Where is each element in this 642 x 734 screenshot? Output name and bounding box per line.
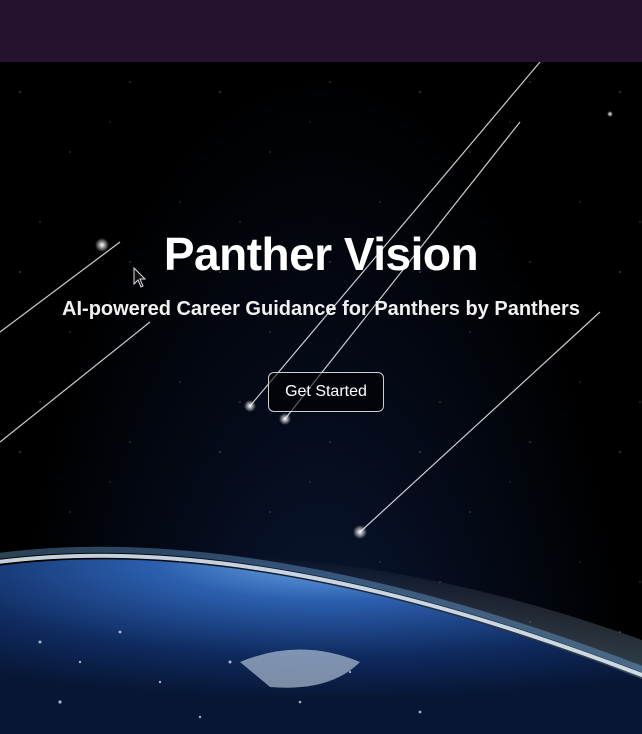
mouse-cursor-icon [133, 267, 147, 288]
hero-section: Panther Vision AI-powered Career Guidanc… [0, 62, 642, 734]
hero-subtitle: AI-powered Career Guidance for Panthers … [62, 298, 580, 320]
get-started-button[interactable]: Get Started [268, 372, 384, 412]
hero-title: Panther Vision [163, 228, 479, 280]
top-bar [0, 0, 642, 62]
